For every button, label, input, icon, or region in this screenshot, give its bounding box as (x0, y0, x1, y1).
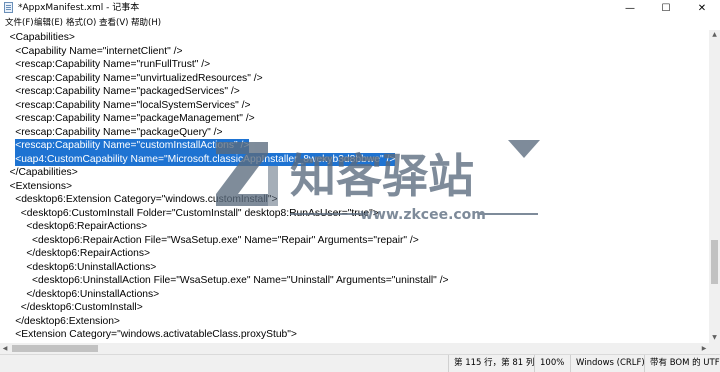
text-line[interactable]: <Capabilities> (10, 31, 75, 45)
text-line[interactable]: <Capability Name="internetClient" /> (15, 45, 182, 59)
scroll-right-icon[interactable]: ▶ (699, 343, 709, 354)
text-line[interactable]: <Extension Category="windows.activatable… (15, 328, 297, 342)
horizontal-scrollbar[interactable]: ◀ ▶ (0, 343, 709, 354)
text-line[interactable]: <desktop6:RepairActions> (26, 220, 147, 234)
close-button[interactable]: ✕ (684, 0, 720, 16)
text-line[interactable]: </desktop6:RepairActions> (26, 247, 150, 261)
scroll-up-icon[interactable]: ▲ (709, 30, 720, 40)
text-line[interactable]: <rescap:Capability Name="packageQuery" /… (15, 126, 222, 140)
scroll-left-icon[interactable]: ◀ (0, 343, 10, 354)
text-line[interactable]: <rescap:Capability Name="customInstallAc… (15, 139, 250, 153)
text-line[interactable]: <rescap:Capability Name="packageManageme… (15, 112, 254, 126)
minimize-button[interactable]: — (612, 0, 648, 16)
text-line[interactable]: <desktop6:UninstallActions> (26, 261, 156, 275)
text-line[interactable]: <rescap:Capability Name="runFullTrust" /… (15, 58, 210, 72)
title-bar: *AppxManifest.xml - 记事本 — ☐ ✕ (0, 0, 720, 16)
vertical-scroll-thumb[interactable] (711, 240, 718, 284)
menu-format[interactable]: 格式(O) (66, 16, 96, 30)
encoding: 带有 BOM 的 UTF-8 (644, 355, 720, 372)
text-line[interactable]: <rescap:Capability Name="localSystemServ… (15, 99, 250, 113)
menu-view[interactable]: 查看(V) (99, 16, 128, 30)
text-line[interactable]: </desktop6:Extension> (15, 315, 120, 329)
menu-file[interactable]: 文件(F) (5, 16, 34, 30)
text-editor[interactable]: <Capabilities> <Capability Name="internet… (0, 30, 709, 354)
vertical-scrollbar[interactable]: ▲ ▼ (709, 30, 720, 354)
text-line[interactable]: <desktop6:RepairAction File="WsaSetup.ex… (32, 234, 419, 248)
maximize-button[interactable]: ☐ (648, 0, 684, 16)
text-line[interactable]: <desktop6:CustomInstall Folder="CustomIn… (21, 207, 379, 221)
menu-edit[interactable]: 编辑(E) (34, 16, 63, 30)
line-ending: Windows (CRLF) (570, 355, 645, 372)
cursor-position: 第 115 行，第 81 列 (448, 355, 534, 372)
horizontal-scroll-thumb[interactable] (12, 345, 98, 352)
window-title: *AppxManifest.xml - 记事本 (18, 3, 140, 13)
scroll-down-icon[interactable]: ▼ (709, 333, 720, 343)
text-line[interactable]: </Capabilities> (10, 166, 78, 180)
text-line[interactable]: <desktop6:UninstallAction File="WsaSetup… (32, 274, 449, 288)
notepad-icon (4, 2, 13, 13)
status-bar: 第 115 行，第 81 列 100% Windows (CRLF) 带有 BO… (0, 354, 720, 372)
text-line[interactable]: <Extensions> (10, 180, 72, 194)
text-line[interactable]: <rescap:Capability Name="packagedService… (15, 85, 240, 99)
text-line[interactable]: </desktop6:CustomInstall> (21, 301, 143, 315)
text-line[interactable]: <uap4:CustomCapability Name="Microsoft.c… (15, 152, 396, 166)
zoom-level: 100% (534, 355, 570, 372)
text-line[interactable]: <desktop6:Extension Category="windows.cu… (15, 193, 277, 207)
menu-bar: 文件(F) 编辑(E) 格式(O) 查看(V) 帮助(H) (0, 16, 720, 30)
text-line[interactable]: <rescap:Capability Name="unvirtualizedRe… (15, 72, 262, 86)
menu-help[interactable]: 帮助(H) (131, 16, 161, 30)
text-line[interactable]: </desktop6:UninstallActions> (26, 288, 159, 302)
